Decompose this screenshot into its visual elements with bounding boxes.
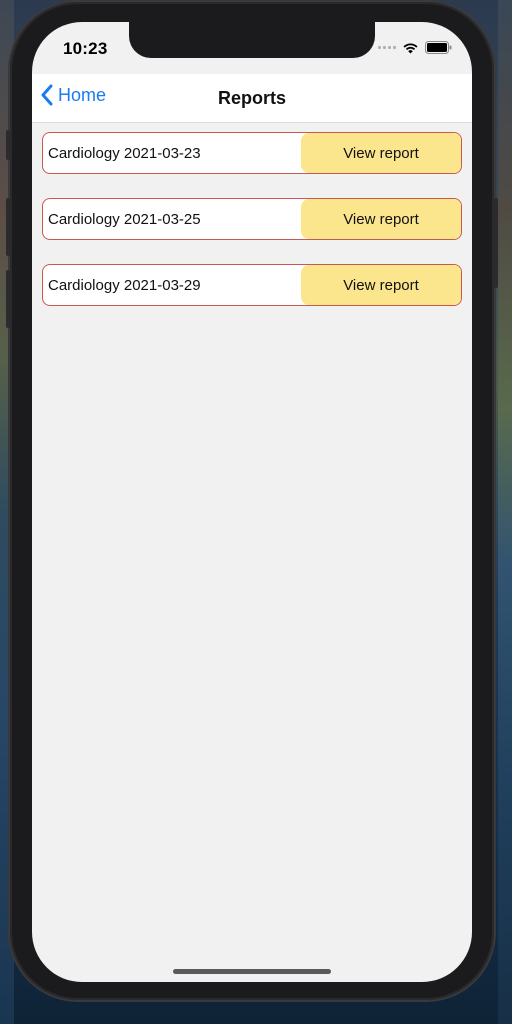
navigation-bar: Home Reports (32, 74, 472, 123)
report-list: Cardiology 2021-03-23 View report Cardio… (42, 132, 462, 330)
wifi-icon (403, 43, 418, 54)
volume-down-button (6, 270, 10, 328)
view-report-button[interactable]: View report (301, 133, 461, 173)
list-item: Cardiology 2021-03-25 View report (42, 198, 462, 240)
status-icons (378, 41, 452, 54)
list-item: Cardiology 2021-03-29 View report (42, 264, 462, 306)
page-title: Reports (217, 88, 286, 108)
notch (129, 22, 375, 58)
report-name: Cardiology 2021-03-29 (48, 276, 201, 294)
cellular-signal-icon (378, 46, 396, 49)
status-time: 10:23 (63, 39, 108, 58)
power-button (494, 198, 498, 288)
wallpaper-right (498, 0, 512, 1024)
report-name: Cardiology 2021-03-25 (48, 210, 201, 228)
report-name: Cardiology 2021-03-23 (48, 144, 201, 162)
view-report-button[interactable]: View report (301, 199, 461, 239)
mute-switch (6, 130, 10, 160)
home-indicator[interactable] (173, 969, 331, 974)
volume-up-button (6, 198, 10, 256)
list-item: Cardiology 2021-03-23 View report (42, 132, 462, 174)
view-report-button[interactable]: View report (301, 265, 461, 305)
phone-frame: 10:23 Home Reports Cardiology 2021-03-23… (6, 2, 498, 1000)
battery-icon (425, 41, 452, 54)
screen: 10:23 Home Reports Cardiology 2021-03-23… (32, 22, 472, 982)
